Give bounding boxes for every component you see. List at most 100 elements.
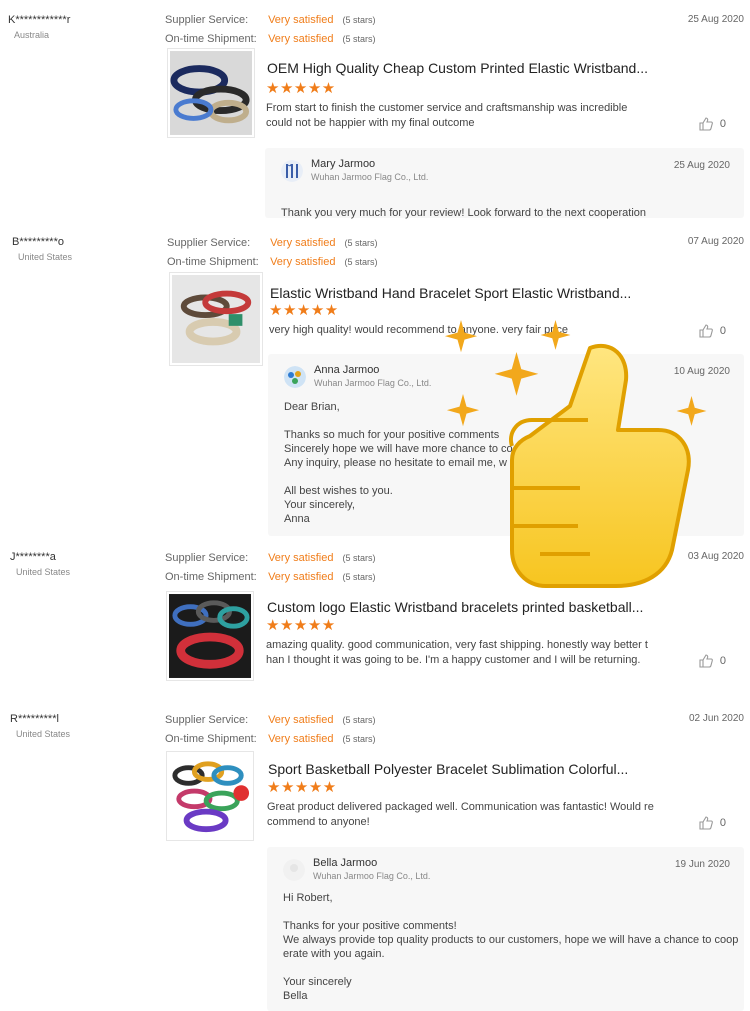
ontime-shipment-rating: On-time Shipment: Very satisfied (5 star… bbox=[167, 256, 378, 268]
wristband-product-image bbox=[170, 51, 252, 135]
product-title-link[interactable]: OEM High Quality Cheap Custom Printed El… bbox=[267, 60, 648, 76]
reply-line: Dear Brian, bbox=[284, 401, 340, 413]
buyer-country: United States bbox=[16, 567, 71, 577]
reply-date: 25 Aug 2020 bbox=[673, 160, 730, 171]
review-text: very high quality! would recommend to an… bbox=[269, 324, 568, 336]
reply-author-name: Bella Jarmoo bbox=[313, 857, 378, 869]
rating-stars-text: (5 stars) bbox=[342, 15, 376, 25]
rating-stars-text: (5 stars) bbox=[344, 238, 378, 248]
reply-line: Your sincerely, bbox=[284, 499, 355, 511]
review-date: 03 Aug 2020 bbox=[687, 551, 744, 562]
like-count: 0 bbox=[719, 118, 726, 130]
reply-line bbox=[283, 905, 738, 919]
review-date: 02 Jun 2020 bbox=[688, 713, 744, 724]
like-count: 0 bbox=[719, 325, 726, 337]
buyer-country: Australia bbox=[14, 30, 50, 40]
supplier-avatar bbox=[281, 160, 303, 182]
supplier-reply: Mary Jarmoo Wuhan Jarmoo Flag Co., Ltd. … bbox=[265, 148, 744, 220]
product-thumbnail[interactable] bbox=[167, 48, 255, 138]
buyer-name: J********a bbox=[10, 551, 56, 563]
product-title-link[interactable]: Elastic Wristband Hand Bracelet Sport El… bbox=[270, 285, 631, 301]
buyer-info: B*********o United States bbox=[12, 236, 152, 262]
product-title-link[interactable]: Custom logo Elastic Wristband bracelets … bbox=[267, 599, 643, 615]
rating-label: On-time Shipment: bbox=[165, 571, 257, 583]
rating-value: Very satisfied bbox=[268, 733, 334, 745]
reply-text: Dear Brian, Thanks so much for your posi… bbox=[284, 400, 513, 526]
reply-line-tail: you ! bbox=[666, 457, 690, 469]
star-rating: ★★★★★ bbox=[266, 617, 336, 634]
supplier-reply: Bella Jarmoo Wuhan Jarmoo Flag Co., Ltd.… bbox=[267, 847, 744, 1011]
ontime-shipment-rating: On-time Shipment: Very satisfied (5 star… bbox=[165, 571, 376, 583]
reply-line: Thank you very much for your review! Loo… bbox=[281, 207, 647, 219]
rating-value: Very satisfied bbox=[268, 552, 334, 564]
like-count: 0 bbox=[719, 655, 726, 667]
rating-value: Very satisfied bbox=[270, 237, 336, 249]
review-text: Great product delivered packaged well. C… bbox=[267, 801, 654, 828]
reply-line: Thanks so much for your positive comment… bbox=[284, 429, 500, 441]
rating-label: Supplier Service: bbox=[165, 714, 249, 726]
rating-label: Supplier Service: bbox=[165, 552, 249, 564]
like-button[interactable]: 0 bbox=[698, 815, 726, 831]
reply-line bbox=[284, 414, 513, 428]
buyer-name: R*********l bbox=[10, 713, 59, 725]
supplier-avatar bbox=[284, 366, 306, 388]
rating-label: Supplier Service: bbox=[167, 237, 251, 249]
reply-company: Wuhan Jarmoo Flag Co., Ltd. bbox=[314, 378, 432, 388]
reply-line: We always provide top quality products t… bbox=[283, 934, 739, 946]
rating-value: Very satisfied bbox=[268, 714, 334, 726]
rating-stars-text: (5 stars) bbox=[342, 553, 376, 563]
rating-value: Very satisfied bbox=[268, 14, 334, 26]
ontime-shipment-rating: On-time Shipment: Very satisfied (5 star… bbox=[165, 33, 376, 45]
reply-line: Thanks for your positive comments! bbox=[283, 920, 457, 932]
rating-stars-text: (5 stars) bbox=[344, 257, 378, 267]
wristband-product-image bbox=[172, 275, 260, 363]
reply-line: Sincerely hope we will have more chance … bbox=[284, 443, 513, 455]
buyer-name: B*********o bbox=[12, 236, 64, 248]
like-button[interactable]: 0 bbox=[698, 116, 726, 132]
buyer-info: R*********l United States bbox=[10, 713, 150, 739]
reply-line bbox=[284, 470, 513, 484]
star-rating: ★★★★★ bbox=[267, 779, 337, 796]
buyer-info: K************r Australia bbox=[8, 14, 148, 40]
wristband-product-image bbox=[169, 594, 251, 678]
rating-value: Very satisfied bbox=[268, 33, 334, 45]
product-title-link[interactable]: Sport Basketball Polyester Bracelet Subl… bbox=[268, 761, 628, 777]
star-rating: ★★★★★ bbox=[269, 302, 339, 319]
rating-value: Very satisfied bbox=[268, 571, 334, 583]
product-thumbnail[interactable] bbox=[169, 272, 263, 366]
reply-text: Thank you very much for your review! Loo… bbox=[281, 206, 646, 220]
reply-author-name: Anna Jarmoo bbox=[314, 364, 380, 376]
star-rating: ★★★★★ bbox=[266, 80, 336, 97]
rating-label: On-time Shipment: bbox=[165, 33, 257, 45]
buyer-country: United States bbox=[18, 252, 73, 262]
rating-stars-text: (5 stars) bbox=[342, 572, 376, 582]
supplier-reply: Anna Jarmoo Wuhan Jarmoo Flag Co., Ltd. … bbox=[268, 354, 744, 536]
reply-line: All best wishes to you. bbox=[284, 485, 393, 497]
reply-author-name: Mary Jarmoo bbox=[311, 158, 376, 170]
review-date: 25 Aug 2020 bbox=[687, 14, 744, 25]
rating-stars-text: (5 stars) bbox=[342, 734, 376, 744]
wristband-product-image bbox=[169, 754, 251, 838]
buyer-name: K************r bbox=[8, 14, 71, 26]
thumbs-up-outline-icon bbox=[699, 117, 713, 131]
thumbs-up-outline-icon bbox=[699, 816, 713, 830]
rating-value: Very satisfied bbox=[270, 256, 336, 268]
reply-line: Your sincerely bbox=[283, 976, 352, 988]
review-text: amazing quality. good communication, ver… bbox=[266, 639, 648, 666]
product-thumbnail[interactable] bbox=[166, 751, 254, 841]
rating-label: Supplier Service: bbox=[165, 14, 249, 26]
reply-company: Wuhan Jarmoo Flag Co., Ltd. bbox=[311, 172, 429, 182]
rating-stars-text: (5 stars) bbox=[342, 34, 376, 44]
rating-label: On-time Shipment: bbox=[165, 733, 257, 745]
like-button[interactable]: 0 bbox=[698, 323, 726, 339]
rating-stars-text: (5 stars) bbox=[342, 715, 376, 725]
reply-company: Wuhan Jarmoo Flag Co., Ltd. bbox=[313, 871, 431, 881]
supplier-service-rating: Supplier Service: Very satisfied (5 star… bbox=[165, 14, 376, 26]
reply-date: 19 Jun 2020 bbox=[674, 859, 730, 870]
review-text: From start to finish the customer servic… bbox=[266, 102, 628, 129]
thumbs-up-outline-icon bbox=[699, 654, 713, 668]
product-thumbnail[interactable] bbox=[166, 591, 254, 681]
like-button[interactable]: 0 bbox=[698, 653, 726, 669]
reply-line: Anna bbox=[284, 513, 310, 525]
buyer-info: J********a United States bbox=[10, 551, 150, 577]
